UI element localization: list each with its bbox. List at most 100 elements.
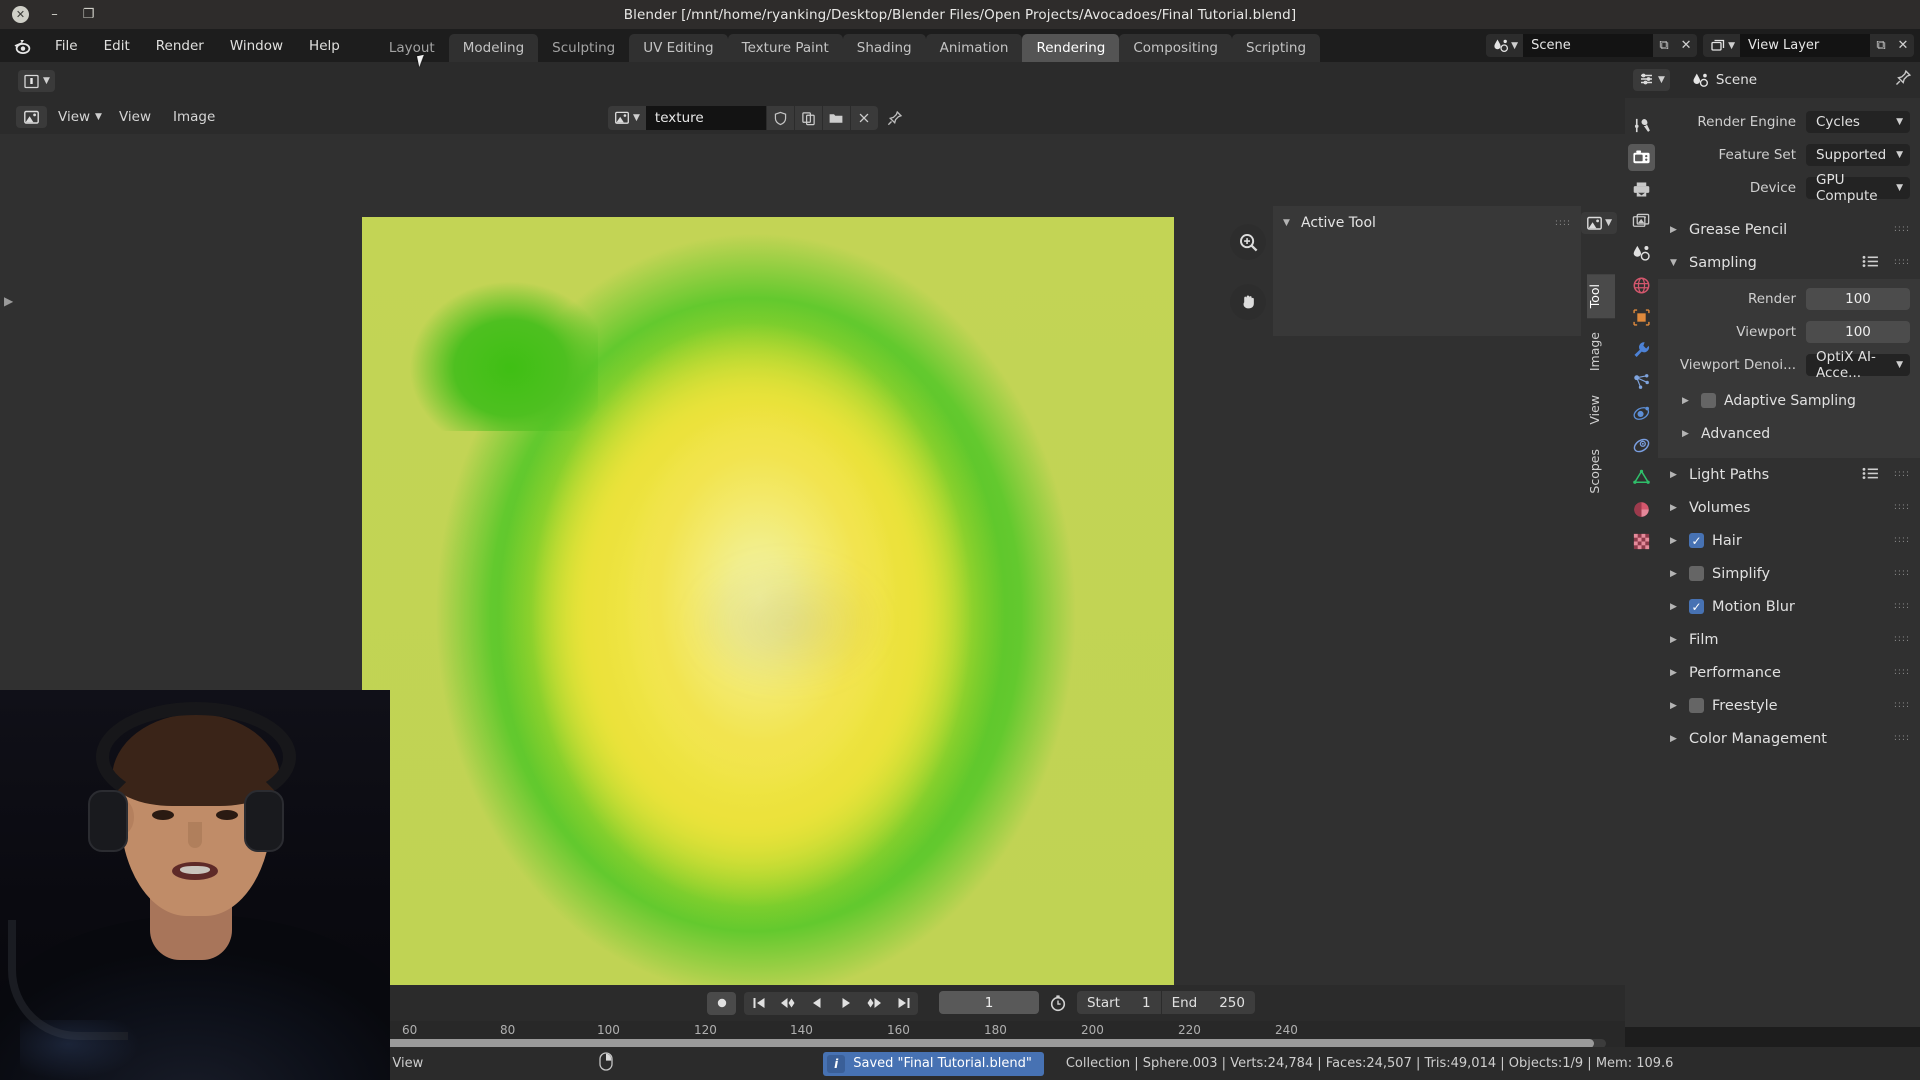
- new-view-layer-button[interactable]: ⧉: [1870, 34, 1892, 57]
- panel-collapse-triangle-icon[interactable]: ▼: [1670, 258, 1681, 268]
- menu-view[interactable]: View: [108, 106, 162, 128]
- properties-tab-particles[interactable]: [1628, 368, 1655, 395]
- freestyle-checkbox[interactable]: [1689, 698, 1704, 713]
- workspace-tab-layout[interactable]: Layout: [375, 34, 449, 63]
- menu-image[interactable]: Image: [162, 106, 226, 128]
- feature-set-dropdown[interactable]: Supported ▼: [1806, 144, 1910, 166]
- properties-tab-physics[interactable]: [1628, 400, 1655, 427]
- editor-type-selector[interactable]: [16, 106, 47, 128]
- panel-expand-triangle-icon[interactable]: ▶: [1682, 396, 1693, 406]
- sidebar-open-arrow-icon[interactable]: ▶: [4, 294, 13, 308]
- auto-key-clock-icon[interactable]: [1043, 991, 1073, 1014]
- panel-drag-grip[interactable]: ::::: [1894, 538, 1910, 543]
- panel-drag-grip[interactable]: ::::: [1894, 703, 1910, 708]
- prev-keyframe-button[interactable]: [773, 992, 802, 1015]
- panel-drag-grip[interactable]: ::::: [1894, 472, 1910, 477]
- workspace-tab-texture-paint[interactable]: Texture Paint: [728, 34, 843, 63]
- panel-color-management[interactable]: ▶ Color Management ::::: [1658, 722, 1920, 755]
- image-editor-mode-selector[interactable]: View: [47, 106, 101, 128]
- light-paths-preset-icon[interactable]: [1862, 465, 1879, 484]
- panel-drag-grip[interactable]: ::::: [1555, 221, 1571, 226]
- image-editor-corner-widget[interactable]: ▼: [1581, 212, 1617, 234]
- simplify-checkbox[interactable]: [1689, 566, 1704, 581]
- zoom-gizmo[interactable]: [1230, 224, 1266, 260]
- render-engine-dropdown[interactable]: Cycles ▼: [1806, 111, 1910, 133]
- view-layer-name-field[interactable]: View Layer: [1740, 34, 1870, 57]
- menu-edit[interactable]: Edit: [91, 34, 143, 58]
- unlink-image-button[interactable]: [850, 106, 878, 130]
- viewport-denoising-dropdown[interactable]: OptiX AI-Acce... ▼: [1806, 354, 1910, 376]
- panel-film[interactable]: ▶ Film ::::: [1658, 623, 1920, 656]
- workspace-tab-modeling[interactable]: Modeling: [449, 34, 538, 63]
- properties-tab-object[interactable]: [1628, 304, 1655, 331]
- properties-tab-view-layer[interactable]: [1628, 208, 1655, 235]
- sidebar-tab-view[interactable]: View: [1587, 385, 1615, 435]
- panel-light-paths[interactable]: ▶ Light Paths ::::: [1658, 458, 1920, 491]
- jump-to-end-button[interactable]: [889, 992, 918, 1015]
- panel-drag-grip[interactable]: ::::: [1894, 736, 1910, 741]
- workspace-tab-rendering[interactable]: Rendering: [1022, 34, 1119, 63]
- panel-hair[interactable]: ▶ Hair ::::: [1658, 524, 1920, 557]
- view-layer-icon[interactable]: ▼: [1703, 34, 1740, 57]
- panel-expand-triangle-icon[interactable]: ▶: [1670, 503, 1681, 513]
- panel-expand-triangle-icon[interactable]: ▶: [1670, 734, 1681, 744]
- motion-blur-checkbox[interactable]: [1689, 599, 1704, 614]
- frame-start-field[interactable]: Start 1: [1077, 991, 1161, 1014]
- properties-tab-data[interactable]: [1628, 464, 1655, 491]
- jump-to-start-button[interactable]: [744, 992, 773, 1015]
- workspace-tab-sculpting[interactable]: Sculpting: [538, 34, 629, 63]
- play-reverse-button[interactable]: [802, 992, 831, 1015]
- properties-tab-scene[interactable]: [1628, 240, 1655, 267]
- sampling-preset-icon[interactable]: [1862, 253, 1879, 272]
- panel-expand-triangle-icon[interactable]: ▶: [1670, 701, 1681, 711]
- panel-volumes[interactable]: ▶ Volumes ::::: [1658, 491, 1920, 524]
- properties-tab-world[interactable]: [1628, 272, 1655, 299]
- auto-keying-button[interactable]: [707, 992, 736, 1015]
- adaptive-sampling-checkbox[interactable]: [1701, 393, 1716, 408]
- pin-image-button[interactable]: [878, 106, 912, 130]
- panel-expand-triangle-icon[interactable]: ▶: [1670, 536, 1681, 546]
- workspace-tab-compositing[interactable]: Compositing: [1119, 34, 1232, 63]
- panel-expand-triangle-icon[interactable]: ▶: [1670, 668, 1681, 678]
- panel-expand-triangle-icon[interactable]: ▶: [1670, 569, 1681, 579]
- panel-drag-grip[interactable]: ::::: [1894, 637, 1910, 642]
- active-tool-selector[interactable]: ▼: [18, 70, 55, 92]
- properties-tab-render[interactable]: [1628, 144, 1655, 171]
- workspace-tab-scripting[interactable]: Scripting: [1232, 34, 1320, 63]
- panel-drag-grip[interactable]: ::::: [1894, 260, 1910, 265]
- new-scene-button[interactable]: ⧉: [1653, 34, 1675, 57]
- open-image-button[interactable]: [822, 106, 850, 130]
- panel-drag-grip[interactable]: ::::: [1894, 571, 1910, 576]
- menu-window[interactable]: Window: [217, 34, 296, 58]
- panel-sampling[interactable]: ▼ Sampling ::::: [1658, 246, 1920, 279]
- device-dropdown[interactable]: GPU Compute ▼: [1806, 177, 1910, 199]
- properties-tab-modifiers[interactable]: [1628, 336, 1655, 363]
- workspace-tab-uv-editing[interactable]: UV Editing: [629, 34, 727, 63]
- properties-editor-type-selector[interactable]: ▼: [1633, 69, 1670, 91]
- next-keyframe-button[interactable]: [860, 992, 889, 1015]
- frame-end-field[interactable]: End 250: [1161, 991, 1255, 1014]
- browse-image-button[interactable]: ▼: [608, 106, 646, 130]
- play-button[interactable]: [831, 992, 860, 1015]
- remove-view-layer-button[interactable]: ✕: [1892, 34, 1914, 57]
- sampling-viewport-value[interactable]: 100: [1806, 321, 1910, 343]
- panel-drag-grip[interactable]: ::::: [1894, 604, 1910, 609]
- panel-collapse-triangle-icon[interactable]: ▼: [1283, 218, 1294, 228]
- status-report[interactable]: i Saved "Final Tutorial.blend": [823, 1052, 1044, 1076]
- properties-tab-texture[interactable]: [1628, 528, 1655, 555]
- panel-drag-grip[interactable]: ::::: [1894, 227, 1910, 232]
- panel-motion-blur[interactable]: ▶ Motion Blur ::::: [1658, 590, 1920, 623]
- panel-drag-grip[interactable]: ::::: [1894, 505, 1910, 510]
- menu-help[interactable]: Help: [296, 34, 353, 58]
- panel-expand-triangle-icon[interactable]: ▶: [1682, 429, 1693, 439]
- sidebar-tab-scopes[interactable]: Scopes: [1587, 439, 1615, 504]
- properties-tab-tool[interactable]: [1628, 112, 1655, 139]
- panel-performance[interactable]: ▶ Performance ::::: [1658, 656, 1920, 689]
- menu-render[interactable]: Render: [143, 34, 217, 58]
- workspace-tab-shading[interactable]: Shading: [843, 34, 926, 63]
- panel-drag-grip[interactable]: ::::: [1894, 670, 1910, 675]
- new-image-button[interactable]: [794, 106, 822, 130]
- unlink-scene-button[interactable]: ✕: [1675, 34, 1697, 57]
- sidebar-tab-image[interactable]: Image: [1587, 322, 1615, 381]
- panel-expand-triangle-icon[interactable]: ▶: [1670, 470, 1681, 480]
